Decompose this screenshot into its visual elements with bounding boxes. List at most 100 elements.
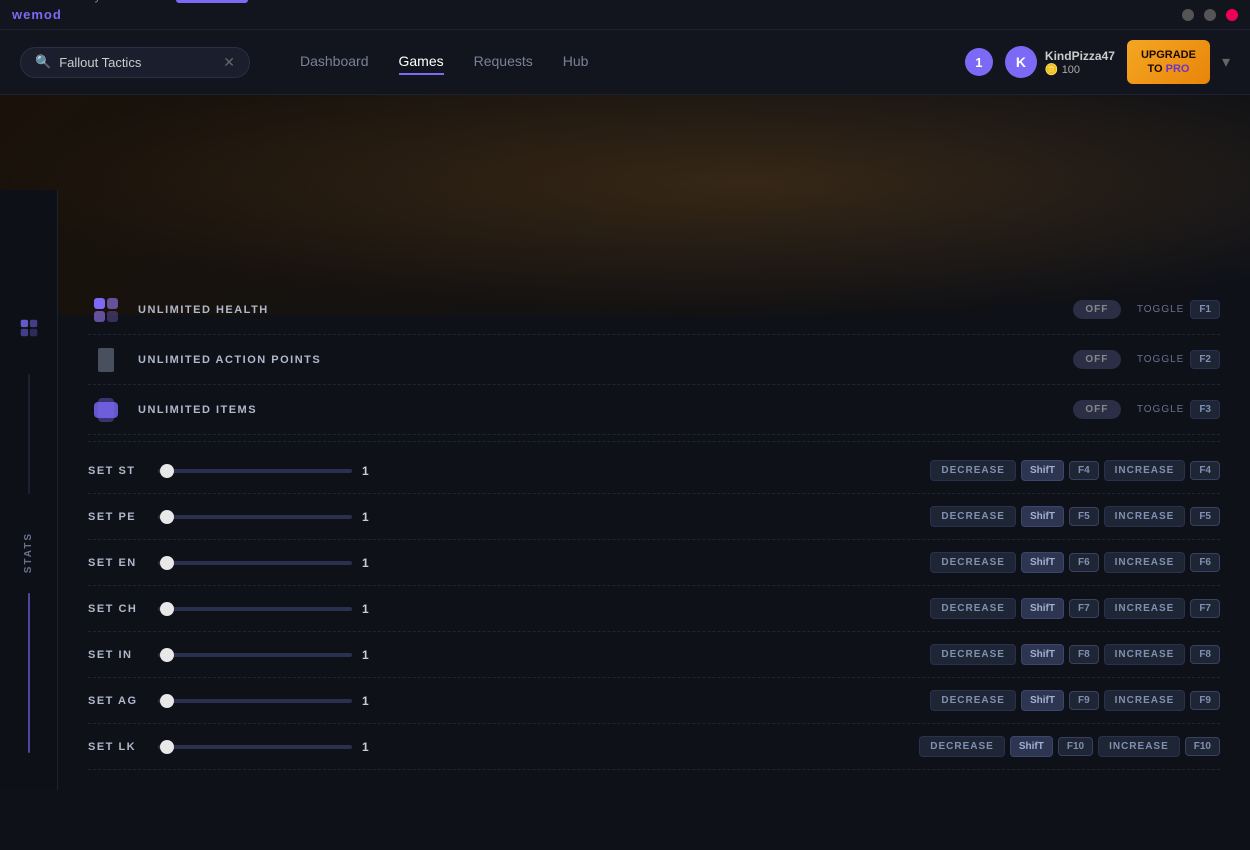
stat-name: SET ST [88, 465, 158, 477]
shift-key[interactable]: ShifT [1021, 460, 1064, 481]
increase-key[interactable]: F7 [1190, 599, 1220, 618]
slider-row: SET IN 1 DECREASE ShifT F8 INCREASE F8 [88, 632, 1220, 678]
increase-key[interactable]: F4 [1190, 461, 1220, 480]
slider-thumb[interactable] [160, 464, 174, 478]
nav-dashboard[interactable]: Dashboard [300, 49, 369, 75]
decrease-key[interactable]: F6 [1069, 553, 1099, 572]
increase-button[interactable]: INCREASE [1104, 460, 1186, 481]
app-logo: wemod [12, 7, 62, 22]
hotkey-label: TOGGLE [1137, 354, 1185, 365]
decrease-key[interactable]: F8 [1069, 645, 1099, 664]
stat-name: SET CH [88, 603, 158, 615]
decrease-button[interactable]: DECREASE [930, 506, 1016, 527]
stat-name: SET AG [88, 695, 158, 707]
slider-track[interactable] [158, 745, 352, 749]
increase-key[interactable]: F8 [1190, 645, 1220, 664]
shift-key[interactable]: ShifT [1021, 598, 1064, 619]
search-box[interactable]: 🔍 Fallout Tactics ✕ [20, 47, 250, 78]
upgrade-button[interactable]: UPGRADE TO PRO [1127, 40, 1210, 85]
increase-key[interactable]: F6 [1190, 553, 1220, 572]
decrease-button[interactable]: DECREASE [930, 598, 1016, 619]
shift-key[interactable]: ShifT [1021, 552, 1064, 573]
slider-hotkeys: DECREASE ShifT F4 INCREASE F4 [930, 460, 1220, 481]
decrease-key[interactable]: F10 [1058, 737, 1093, 756]
slider-value: 1 [362, 602, 378, 616]
slider-value: 1 [362, 740, 378, 754]
toggle-switch[interactable]: OFF [1073, 400, 1121, 419]
decrease-key[interactable]: F4 [1069, 461, 1099, 480]
main-content: STATS GAMES › FALLOUT TACTICS: BROTHERHO… [0, 95, 1250, 790]
increase-key[interactable]: F5 [1190, 507, 1220, 526]
slider-hotkeys: DECREASE ShifT F8 INCREASE F8 [930, 644, 1220, 665]
slider-row: SET LK 1 DECREASE ShifT F10 INCREASE F10 [88, 724, 1220, 770]
nav-games[interactable]: Games [399, 49, 444, 75]
user-name: KindPizza47 [1045, 49, 1115, 63]
hotkey-key[interactable]: F3 [1190, 400, 1220, 419]
shift-key[interactable]: ShifT [1010, 736, 1053, 757]
user-coins: 🪙 100 [1045, 63, 1115, 76]
nav-links: Dashboard Games Requests Hub [300, 49, 945, 75]
slider-row: SET AG 1 DECREASE ShifT F9 INCREASE F9 [88, 678, 1220, 724]
search-input[interactable]: Fallout Tactics [59, 55, 215, 70]
cheat-icon [88, 296, 124, 324]
stat-name: SET PE [88, 511, 158, 523]
slider-track[interactable] [158, 607, 352, 611]
toggle-switch[interactable]: OFF [1073, 350, 1121, 369]
increase-button[interactable]: INCREASE [1098, 736, 1180, 757]
decrease-button[interactable]: DECREASE [930, 552, 1016, 573]
slider-thumb[interactable] [160, 510, 174, 524]
slider-thumb[interactable] [160, 556, 174, 570]
increase-button[interactable]: INCREASE [1104, 598, 1186, 619]
stat-name: SET EN [88, 557, 158, 569]
search-clear-icon[interactable]: ✕ [223, 54, 235, 71]
toggle-switch[interactable]: OFF [1073, 300, 1121, 319]
nav-right: 1 K KindPizza47 🪙 100 UPGRADE TO PRO ▾ [965, 40, 1230, 85]
decrease-button[interactable]: DECREASE [919, 736, 1005, 757]
slider-thumb[interactable] [160, 602, 174, 616]
decrease-key[interactable]: F9 [1069, 691, 1099, 710]
slider-track[interactable] [158, 561, 352, 565]
decrease-button[interactable]: DECREASE [930, 644, 1016, 665]
coin-icon: 🪙 [1045, 64, 1059, 76]
sidebar-icon-cheats[interactable] [11, 310, 47, 346]
shift-key[interactable]: ShifT [1021, 644, 1064, 665]
increase-key[interactable]: F9 [1190, 691, 1220, 710]
cheat-row: UNLIMITED HEALTH OFF TOGGLE F1 [88, 285, 1220, 335]
increase-button[interactable]: INCREASE [1104, 644, 1186, 665]
avatar[interactable]: K [1005, 46, 1037, 78]
increase-button[interactable]: INCREASE [1104, 690, 1186, 711]
decrease-button[interactable]: DECREASE [930, 460, 1016, 481]
notification-badge[interactable]: 1 [965, 48, 993, 76]
slider-thumb[interactable] [160, 648, 174, 662]
nav-hub[interactable]: Hub [563, 49, 589, 75]
stat-name: SET IN [88, 649, 158, 661]
slider-track-wrap: 1 [158, 694, 378, 708]
nav-requests[interactable]: Requests [474, 49, 533, 75]
hotkey-key[interactable]: F1 [1190, 300, 1220, 319]
increase-key[interactable]: F10 [1185, 737, 1220, 756]
slider-track[interactable] [158, 653, 352, 657]
stats-list: SET ST 1 DECREASE ShifT F4 INCREASE F4 S… [88, 448, 1220, 770]
slider-hotkeys: DECREASE ShifT F9 INCREASE F9 [930, 690, 1220, 711]
slider-track[interactable] [158, 699, 352, 703]
sidebar-divider [28, 374, 30, 494]
slider-value: 1 [362, 464, 378, 478]
shift-key[interactable]: ShifT [1021, 690, 1064, 711]
hotkey-group: TOGGLE F3 [1137, 400, 1220, 419]
slider-track[interactable] [158, 515, 352, 519]
slider-thumb[interactable] [160, 740, 174, 754]
slider-value: 1 [362, 694, 378, 708]
slider-track[interactable] [158, 469, 352, 473]
slider-row: SET CH 1 DECREASE ShifT F7 INCREASE F7 [88, 586, 1220, 632]
increase-button[interactable]: INCREASE [1104, 552, 1186, 573]
decrease-button[interactable]: DECREASE [930, 690, 1016, 711]
decrease-key[interactable]: F5 [1069, 507, 1099, 526]
cheat-name: UNLIMITED ITEMS [138, 404, 1073, 416]
decrease-key[interactable]: F7 [1069, 599, 1099, 618]
chevron-down-icon[interactable]: ▾ [1222, 52, 1230, 72]
increase-button[interactable]: INCREASE [1104, 506, 1186, 527]
shift-key[interactable]: ShifT [1021, 506, 1064, 527]
hotkey-key[interactable]: F2 [1190, 350, 1220, 369]
stats-divider [88, 441, 1220, 442]
slider-thumb[interactable] [160, 694, 174, 708]
